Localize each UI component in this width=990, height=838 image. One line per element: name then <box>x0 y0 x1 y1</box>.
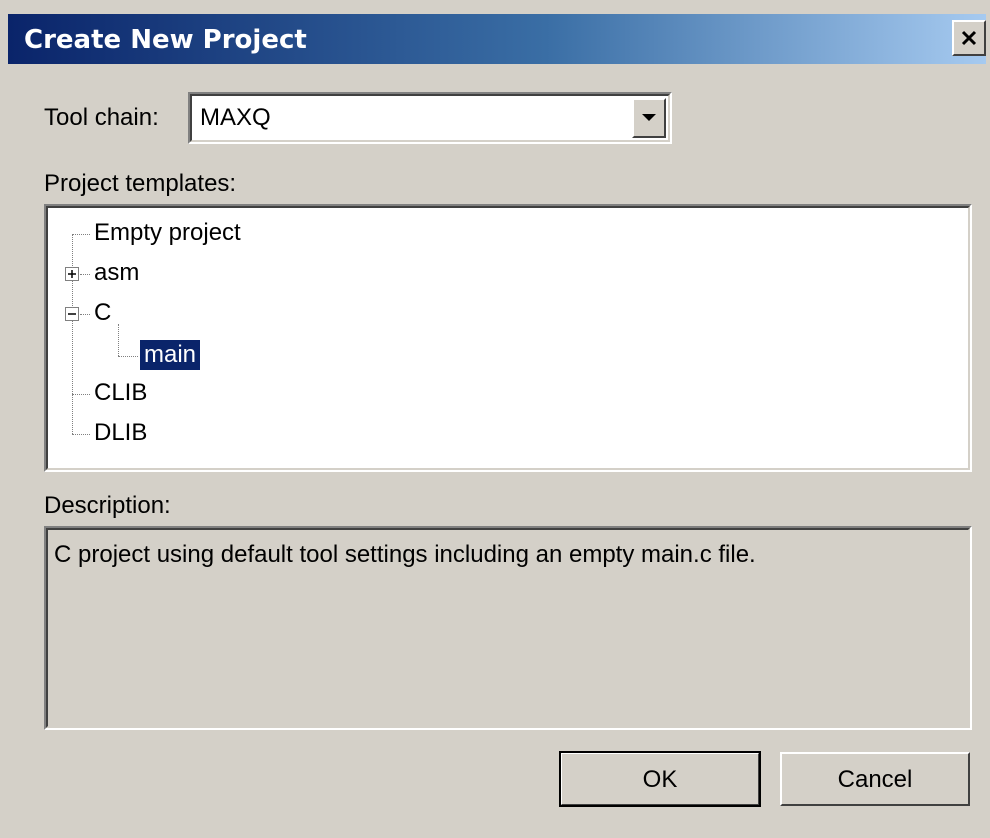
title-bar[interactable]: Create New Project <box>8 14 986 64</box>
ok-button[interactable]: OK <box>559 751 761 807</box>
ok-button-label: OK <box>642 766 678 793</box>
toolchain-value: MAXQ <box>200 104 271 131</box>
tree-item-c[interactable]: C <box>94 298 111 328</box>
minus-icon <box>68 313 76 315</box>
templates-label: Project templates: <box>44 170 237 197</box>
toolchain-select[interactable]: MAXQ <box>188 92 672 144</box>
tree-item-empty-project[interactable]: Empty project <box>94 218 241 248</box>
tree-line-asm <box>80 274 90 275</box>
toolchain-label: Tool chain: <box>44 104 159 131</box>
tree-item-dlib[interactable]: DLIB <box>94 418 147 448</box>
description-text: C project using default tool settings in… <box>54 541 756 568</box>
create-new-project-dialog: Create New Project Tool chain: MAXQ Proj… <box>0 0 990 838</box>
dialog-title: Create New Project <box>24 25 307 55</box>
toolchain-dropdown-button[interactable] <box>632 98 666 138</box>
tree-line-clib <box>72 394 90 395</box>
tree-item-main[interactable]: main <box>140 340 201 370</box>
collapse-c-button[interactable] <box>65 307 79 321</box>
description-box: C project using default tool settings in… <box>44 526 972 730</box>
tree-line-c <box>80 314 90 315</box>
tree-item-asm[interactable]: asm <box>94 258 139 288</box>
tree-line-c-children <box>118 324 119 356</box>
tree-line-empty <box>72 234 90 235</box>
close-icon <box>961 30 977 46</box>
plus-icon <box>68 270 76 278</box>
tree-line-dlib <box>72 434 90 435</box>
cancel-button-label: Cancel <box>837 766 913 793</box>
close-button[interactable] <box>952 20 986 56</box>
expand-asm-button[interactable] <box>65 267 79 281</box>
templates-tree[interactable]: Empty project asm C main CLIB DLIB <box>44 204 972 472</box>
tree-line-root <box>72 234 73 434</box>
tree-line-main <box>118 356 138 357</box>
chevron-down-icon <box>642 114 656 121</box>
cancel-button[interactable]: Cancel <box>780 752 970 806</box>
description-label: Description: <box>44 492 171 519</box>
tree-item-clib[interactable]: CLIB <box>94 378 147 408</box>
